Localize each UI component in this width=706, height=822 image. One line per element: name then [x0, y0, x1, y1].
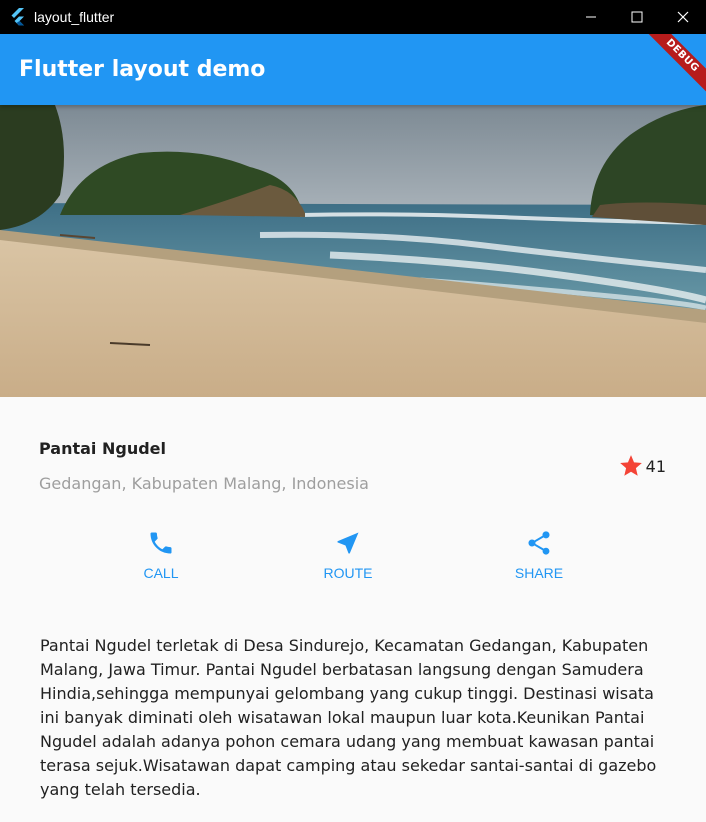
place-name: Pantai Ngudel: [39, 439, 167, 458]
call-label: CALL: [143, 565, 179, 581]
beach-photo: [0, 105, 706, 397]
window-title: layout_flutter: [34, 9, 115, 25]
debug-banner: DEBUG: [640, 34, 706, 98]
call-button[interactable]: CALL: [121, 529, 201, 581]
close-button[interactable]: [660, 0, 706, 34]
minimize-icon: [586, 16, 596, 18]
maximize-icon: [631, 11, 643, 23]
route-button[interactable]: ROUTE: [308, 529, 388, 581]
app-bar: Flutter layout demo DEBUG: [0, 34, 706, 105]
window-titlebar[interactable]: layout_flutter: [0, 0, 706, 34]
close-icon: [677, 11, 689, 23]
place-description: Pantai Ngudel terletak di Desa Sindurejo…: [40, 636, 657, 799]
share-icon: [528, 531, 550, 555]
app-window: layout_flutter Flutter layout demo DEBUG: [0, 0, 706, 822]
rating[interactable]: 41: [618, 453, 666, 479]
share-label: SHARE: [514, 565, 564, 581]
route-label: ROUTE: [323, 565, 373, 581]
place-location: Gedangan, Kabupaten Malang, Indonesia: [39, 474, 369, 493]
star-icon: [619, 455, 642, 476]
window-controls: [568, 0, 706, 34]
app-bar-title: Flutter layout demo: [19, 57, 266, 82]
flutter-logo-icon: [11, 8, 24, 26]
button-section: CALL ROUTE SHARE: [0, 507, 706, 597]
minimize-button[interactable]: [568, 0, 614, 34]
maximize-button[interactable]: [614, 0, 660, 34]
near-me-icon: [337, 532, 359, 554]
phone-icon: [150, 532, 172, 554]
title-section: Pantai Ngudel Gedangan, Kabupaten Malang…: [0, 397, 706, 507]
rating-count: 41: [645, 456, 666, 476]
share-button[interactable]: SHARE: [499, 529, 579, 581]
